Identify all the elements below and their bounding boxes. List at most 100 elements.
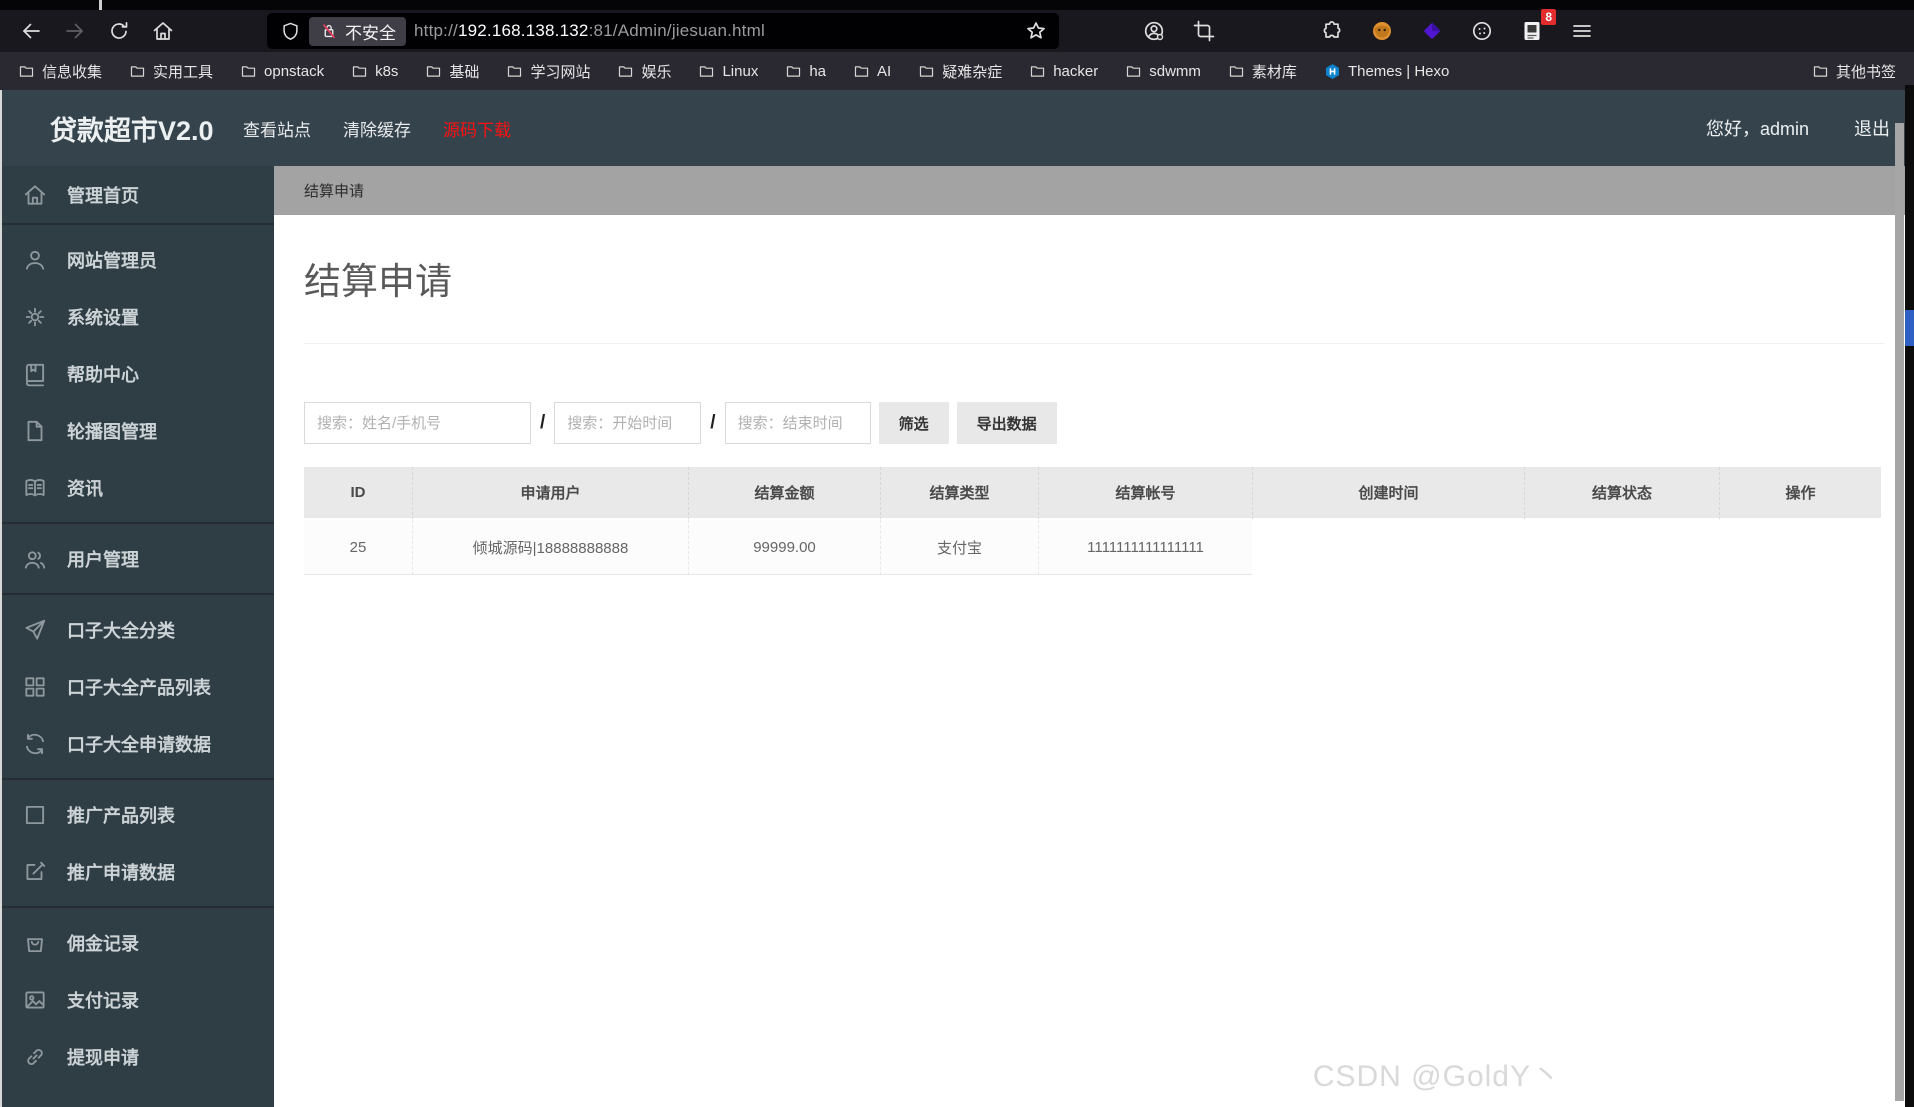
bookmark-item[interactable]: k8s	[351, 63, 398, 80]
adblock-extension-icon[interactable]: 8	[1517, 9, 1556, 46]
bag-icon	[22, 930, 48, 956]
sidebar-item[interactable]: 网站管理员	[0, 231, 274, 288]
bookmark-item[interactable]: opnstack	[240, 63, 324, 80]
refresh-icon	[22, 731, 48, 757]
reload-icon[interactable]	[104, 16, 134, 46]
nav-buttons	[0, 16, 178, 46]
extension-diamond-icon[interactable]	[1417, 16, 1447, 46]
browser-chrome: 不安全 http://192.168.138.132:81/Admin/jies…	[0, 0, 1914, 90]
admin-body: 管理首页 网站管理员 系统设置 帮助中心 轮播图管理 资讯 用户管理 口子大全分类 口子大全产品…	[0, 166, 1914, 1107]
admin-nav-link[interactable]: 查看站点	[243, 116, 311, 141]
screenshot-crop-icon[interactable]	[1189, 16, 1219, 46]
bookmark-star-icon[interactable]	[1021, 16, 1051, 46]
column-header: 结算帐号	[1038, 467, 1252, 520]
home-icon	[22, 182, 48, 208]
bookmark-item[interactable]: 基础	[425, 61, 479, 82]
sidebar: 管理首页 网站管理员 系统设置 帮助中心 轮播图管理 资讯 用户管理 口子大全分类 口子大全产品…	[0, 166, 274, 1107]
main-area: 结算申请 结算申请 / / 筛选 导出数据 ID申请用户结算金额结算类型结算帐号创…	[274, 166, 1914, 1107]
bookmark-label: Linux	[722, 62, 759, 80]
logout-link[interactable]: 退出	[1854, 115, 1890, 141]
sidebar-item[interactable]: 系统设置	[0, 288, 274, 345]
sidebar-item-label: 支付记录	[67, 990, 139, 1011]
sidebar-item[interactable]: 支付记录	[0, 971, 274, 1028]
insecure-lock-icon	[319, 21, 339, 41]
sidebar-item-label: 口子大全申请数据	[67, 734, 211, 755]
extension-fox-icon[interactable]	[1367, 16, 1397, 46]
hexo-icon	[1324, 63, 1341, 80]
bookmark-label: 素材库	[1251, 63, 1297, 81]
bookmark-item[interactable]: 疑难杂症	[918, 61, 1002, 82]
bookmark-label: Themes | Hexo	[1347, 62, 1450, 80]
search-separator: /	[710, 412, 716, 433]
vertical-scrollbar[interactable]	[1894, 90, 1905, 1107]
tab-separator	[99, 0, 102, 10]
bookmark-item[interactable]: 学习网站	[506, 61, 590, 82]
bookmark-item[interactable]: 娱乐	[617, 61, 671, 82]
folder-icon	[18, 63, 35, 80]
bookmark-label: 疑难杂症	[942, 63, 1003, 81]
sidebar-item[interactable]: 口子大全申请数据	[0, 715, 274, 772]
table-header-row: ID 申请用户 结算金额 结算类型 结算帐号 创建时间 结算状态 操作	[304, 467, 1881, 520]
bookmark-item[interactable]: 素材库	[1228, 61, 1297, 82]
cookie-extension-icon[interactable]	[1467, 16, 1497, 46]
sidebar-item[interactable]: 推广产品列表	[0, 786, 274, 843]
sidebar-item[interactable]: 提现申请	[0, 1028, 274, 1085]
sidebar-item-label: 推广产品列表	[67, 805, 175, 826]
admin-nav-link[interactable]: 源码下载	[443, 116, 511, 141]
forward-icon[interactable]	[60, 16, 90, 46]
sidebar-item[interactable]: 口子大全产品列表	[0, 658, 274, 715]
bookmark-label: hacker	[1053, 62, 1099, 80]
folder-icon	[853, 63, 870, 80]
bookmark-item[interactable]: 信息收集	[18, 61, 102, 82]
column-header: 创建时间	[1252, 467, 1524, 520]
search-keyword-input[interactable]	[304, 402, 531, 444]
shield-icon[interactable]	[275, 16, 305, 46]
sidebar-group: 网站管理员 系统设置 帮助中心 轮播图管理 资讯	[0, 225, 274, 524]
sidebar-item[interactable]: 轮播图管理	[0, 402, 274, 459]
security-label: 不安全	[345, 23, 396, 43]
scrollbar-thumb[interactable]	[1895, 123, 1904, 1101]
url-bar[interactable]: 不安全 http://192.168.138.132:81/Admin/jies…	[267, 13, 1059, 49]
sidebar-item[interactable]: 口子大全分类	[0, 601, 274, 658]
search-start-time-input[interactable]	[554, 402, 702, 444]
bookmark-label: sdwmm	[1149, 62, 1201, 80]
column-header: 结算状态	[1524, 467, 1719, 520]
bookmark-item[interactable]: ha	[785, 63, 826, 80]
window-left-edge	[0, 90, 2, 1107]
search-end-time-input[interactable]	[724, 402, 871, 444]
sidebar-item[interactable]: 佣金记录	[0, 914, 274, 971]
back-icon[interactable]	[16, 16, 46, 46]
bookmark-item[interactable]: AI	[853, 63, 891, 80]
bookmarks-list: 信息收集 实用工具 opnstack k8s 基础 学习网站 娱乐 Linux ha AI 疑难杂症…	[18, 61, 1449, 82]
bookmark-label: k8s	[375, 62, 399, 80]
users-icon	[22, 546, 48, 572]
export-button[interactable]: 导出数据	[956, 402, 1057, 444]
folder-icon	[351, 63, 368, 80]
menu-hamburger-icon[interactable]	[1567, 16, 1597, 46]
bookmark-label: 娱乐	[641, 63, 672, 81]
admin-nav-link[interactable]: 清除缓存	[343, 116, 411, 141]
page-title: 结算申请	[304, 261, 452, 302]
bookmark-item[interactable]: Themes | Hexo	[1324, 63, 1449, 80]
browser-home-icon[interactable]	[148, 16, 178, 46]
greeting-text: 您好，admin	[1705, 119, 1809, 139]
other-bookmarks[interactable]: 其他书签	[1812, 61, 1896, 82]
sidebar-item[interactable]: 帮助中心	[0, 345, 274, 402]
bookmarks-bar: 信息收集 实用工具 opnstack k8s 基础 学习网站 娱乐 Linux ha AI 疑难杂症…	[0, 52, 1914, 90]
bookmark-item[interactable]: sdwmm	[1125, 63, 1201, 80]
sidebar-item[interactable]: 用户管理	[0, 530, 274, 587]
sidebar-item-label: 口子大全产品列表	[67, 677, 211, 698]
news-icon	[22, 475, 48, 501]
folder-icon	[785, 63, 802, 80]
column-header: 操作	[1719, 467, 1881, 520]
sidebar-item[interactable]: 资讯	[0, 459, 274, 516]
account-icon[interactable]	[1139, 16, 1169, 46]
filter-button[interactable]: 筛选	[878, 402, 949, 444]
bookmark-item[interactable]: hacker	[1029, 63, 1098, 80]
bookmark-item[interactable]: Linux	[698, 63, 758, 80]
sidebar-item[interactable]: 管理首页	[0, 166, 274, 223]
sidebar-item[interactable]: 推广申请数据	[0, 843, 274, 900]
security-chip[interactable]: 不安全	[309, 16, 406, 46]
bookmark-item[interactable]: 实用工具	[129, 61, 213, 82]
extensions-puzzle-icon[interactable]	[1317, 16, 1347, 46]
